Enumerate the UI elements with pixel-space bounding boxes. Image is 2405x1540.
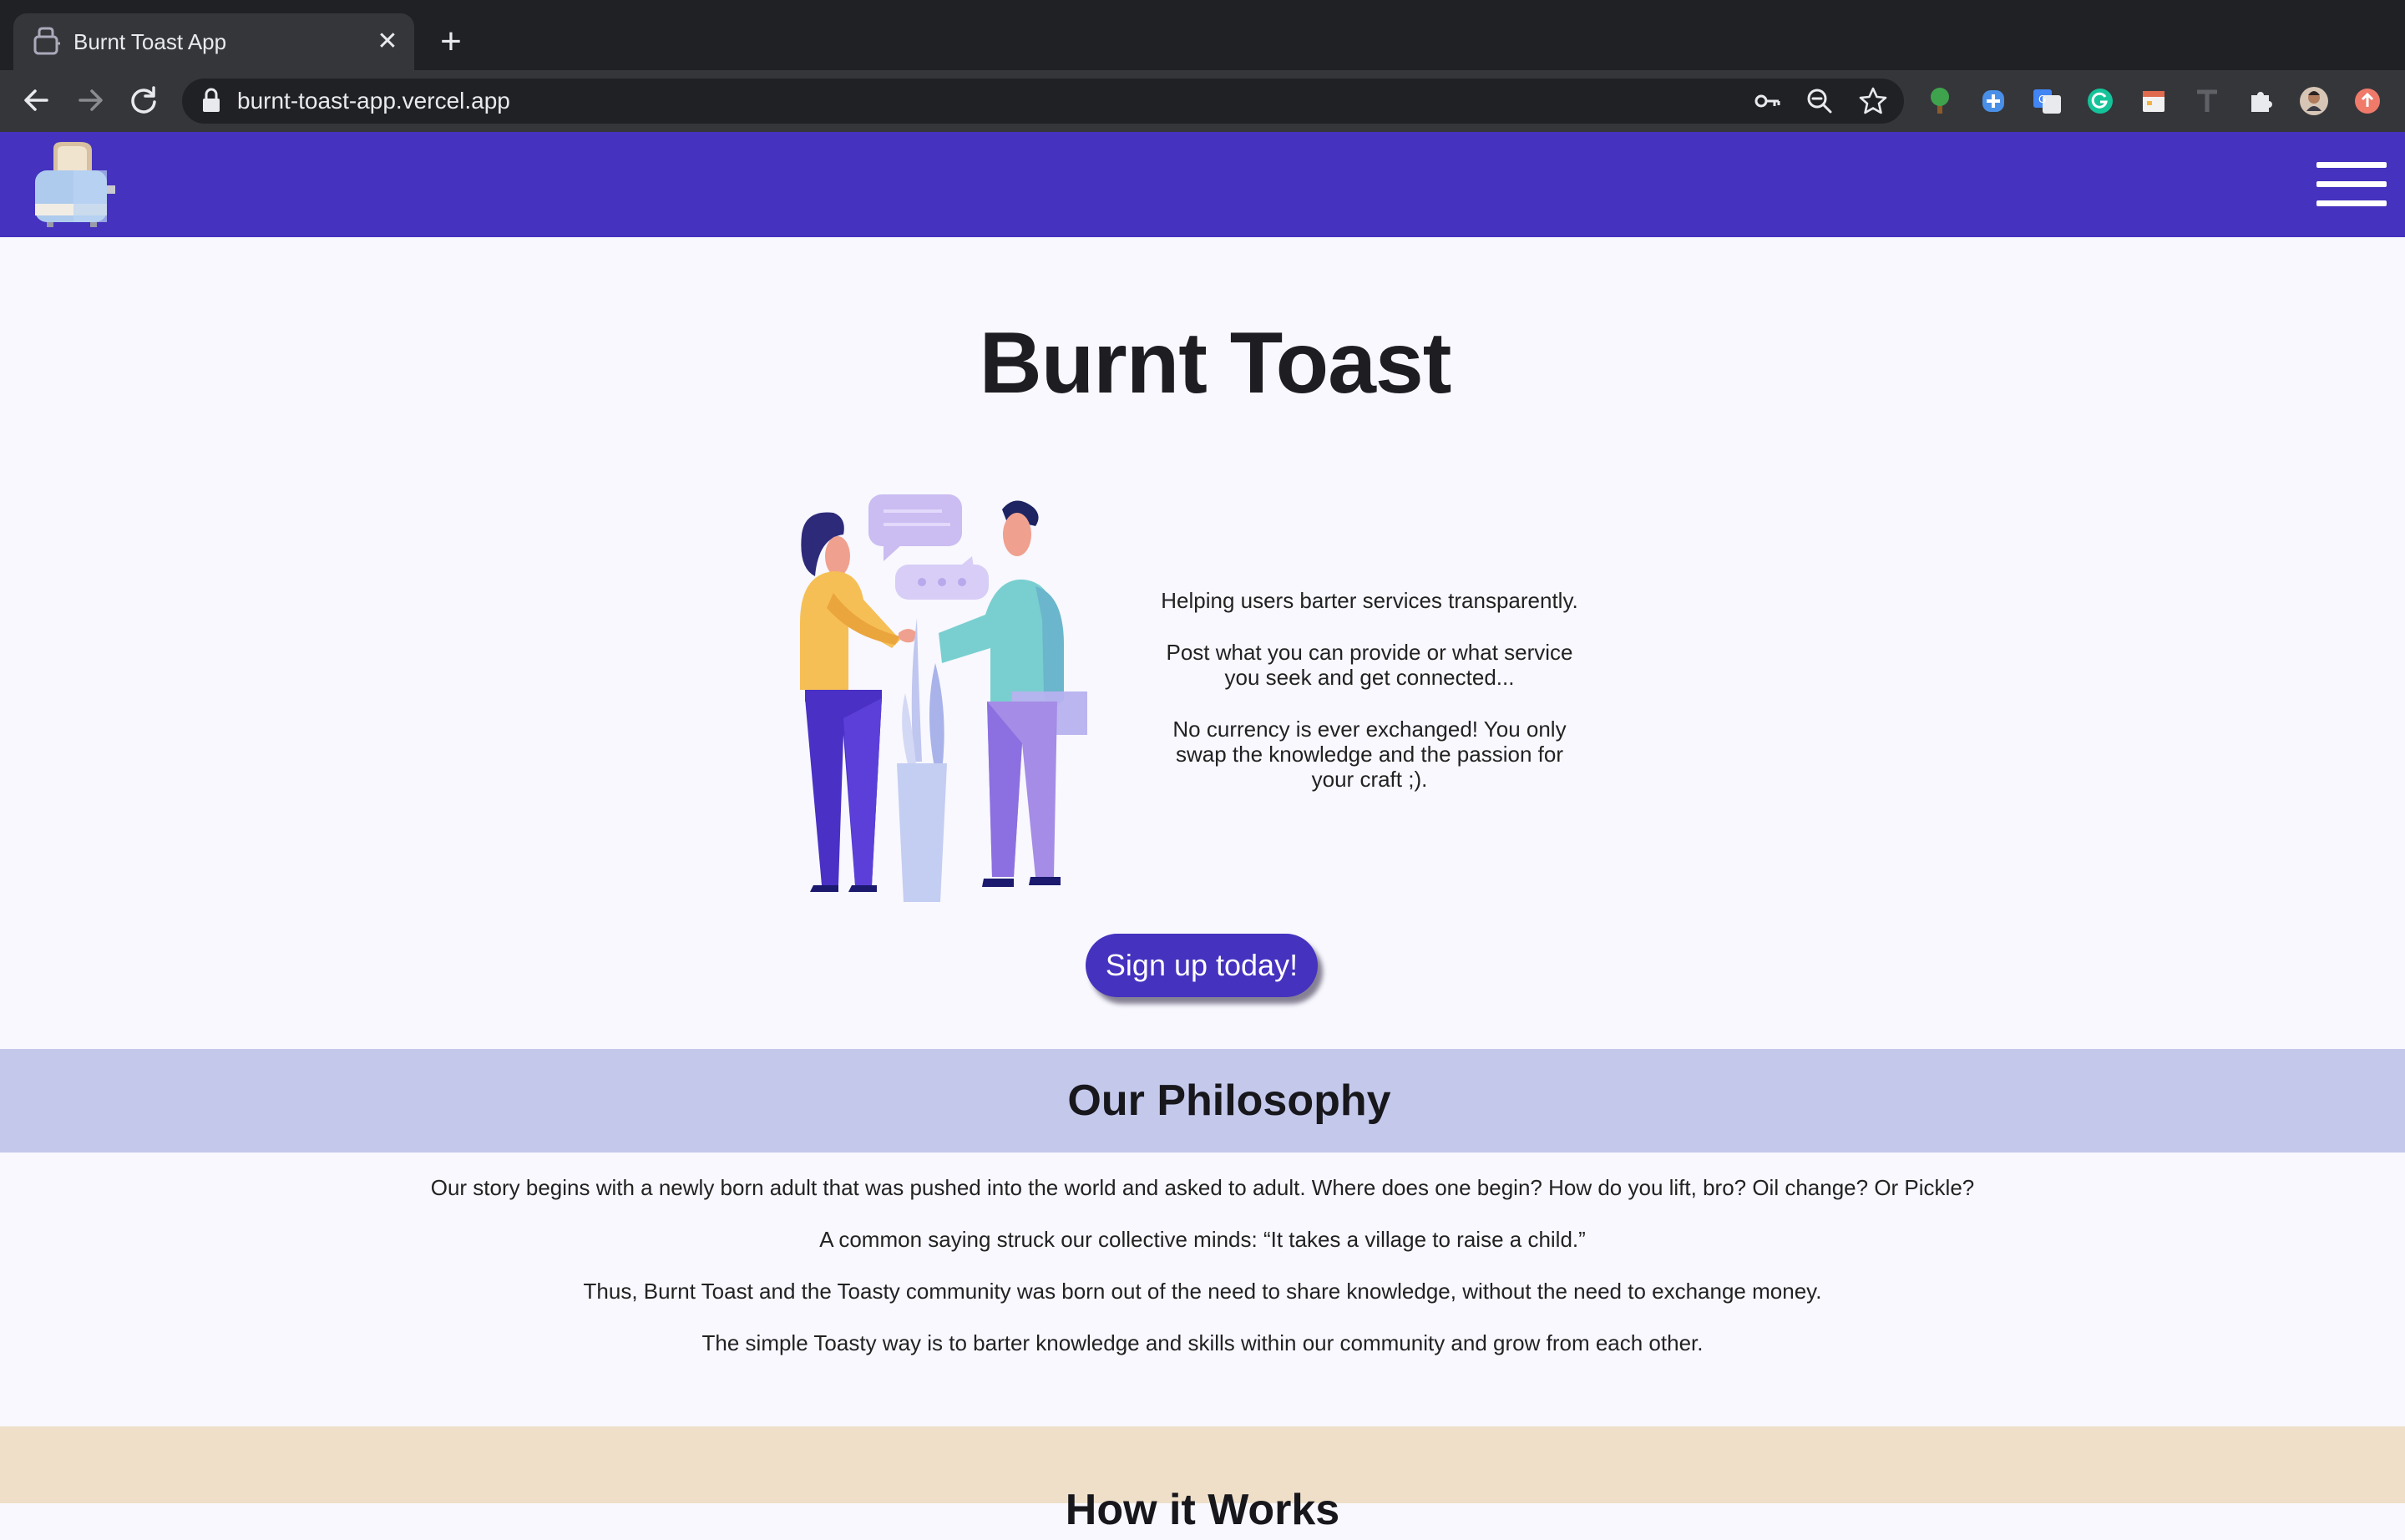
- philosophy-paragraph: Our story begins with a newly born adult…: [430, 1175, 1975, 1200]
- philosophy-paragraph: A common saying struck our collective mi…: [819, 1227, 1586, 1252]
- profile-avatar-icon[interactable]: [2296, 84, 2332, 119]
- hero-description: Helping users barter services transparen…: [1152, 588, 1587, 818]
- hero-paragraph: Post what you can provide or what servic…: [1166, 640, 1573, 690]
- key-icon[interactable]: [1750, 84, 1785, 119]
- font-extension-icon[interactable]: [2190, 84, 2225, 119]
- plus-shield-extension-icon[interactable]: [1976, 84, 2011, 119]
- calendar-extension-icon[interactable]: [2136, 84, 2171, 119]
- grammarly-icon[interactable]: [2083, 84, 2118, 119]
- zoom-out-icon[interactable]: [1802, 84, 1837, 119]
- philosophy-paragraph: The simple Toasty way is to barter knowl…: [701, 1330, 1704, 1355]
- forward-arrow-icon[interactable]: [70, 80, 110, 120]
- two-people-handshake-illustration: [800, 494, 1087, 902]
- signup-button[interactable]: Sign up today!: [1086, 934, 1318, 997]
- how-it-works-title: How it Works: [1065, 1486, 1340, 1534]
- philosophy-text: Our story begins with a newly born adult…: [0, 1173, 2405, 1380]
- toaster-favicon-icon: [33, 27, 60, 55]
- philosophy-title: Our Philosophy: [1067, 1076, 1391, 1125]
- extensions-puzzle-icon[interactable]: [2243, 84, 2278, 119]
- app-navbar: [0, 132, 2405, 237]
- tab-close-icon[interactable]: ✕: [372, 25, 403, 58]
- hero-paragraph: No currency is ever exchanged! You only …: [1172, 717, 1567, 792]
- philosophy-paragraph: Thus, Burnt Toast and the Toasty communi…: [583, 1279, 1822, 1304]
- new-tab-icon[interactable]: +: [434, 23, 468, 60]
- tree-extension-icon[interactable]: [1922, 84, 1957, 119]
- hero-title: Burnt Toast: [979, 315, 1452, 412]
- back-arrow-icon[interactable]: [17, 80, 57, 120]
- svg-text:G: G: [2038, 94, 2046, 105]
- hero-paragraph: Helping users barter services transparen…: [1161, 588, 1578, 613]
- lock-icon[interactable]: [199, 87, 224, 115]
- url-text[interactable]: burnt-toast-app.vercel.app: [237, 84, 510, 119]
- bookmark-star-icon[interactable]: [1856, 84, 1891, 119]
- reload-icon[interactable]: [124, 80, 164, 120]
- hamburger-icon[interactable]: [2316, 162, 2387, 207]
- tab-title: Burnt Toast App: [73, 29, 227, 54]
- update-extension-icon[interactable]: [2350, 84, 2385, 119]
- toaster-logo-icon[interactable]: [30, 139, 122, 230]
- google-translate-icon[interactable]: G: [2029, 84, 2064, 119]
